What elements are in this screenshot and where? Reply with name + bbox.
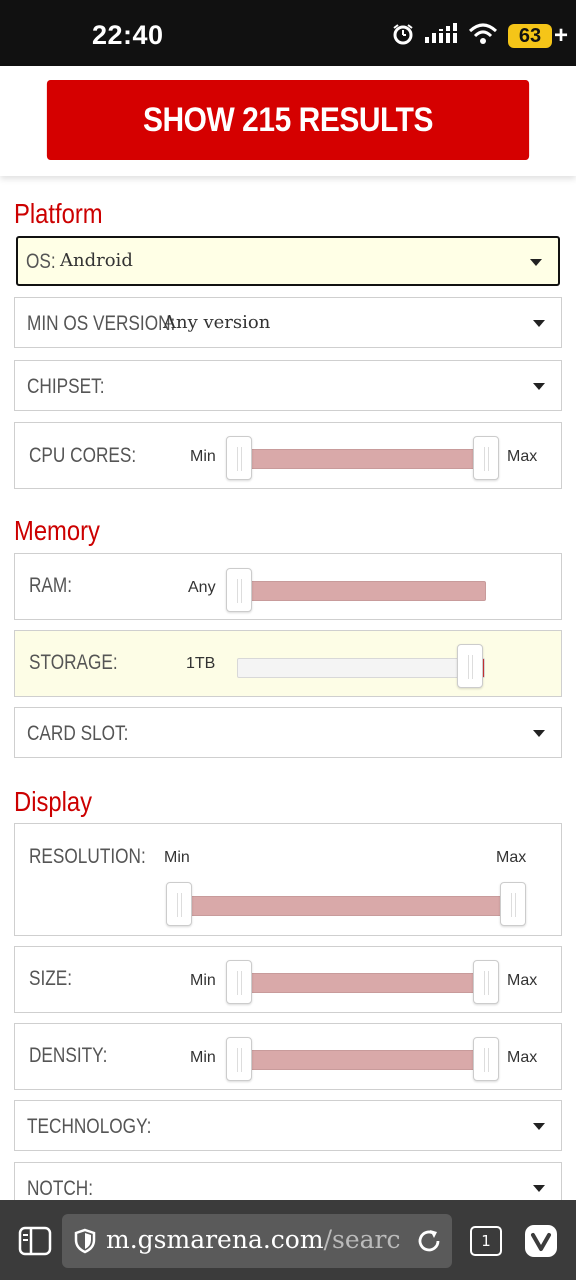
status-icons: 63 +: [392, 22, 568, 50]
storage-handle[interactable]: [457, 644, 483, 688]
chevron-down-icon: [533, 320, 545, 327]
cpu-cores-label: CPU CORES:: [29, 444, 137, 467]
charging-icon: +: [553, 22, 568, 49]
technology-select[interactable]: TECHNOLOGY:: [14, 1100, 562, 1151]
ram-label: RAM:: [29, 574, 73, 597]
url-text: m.gsmarena.com/searc: [106, 1225, 400, 1254]
panels-icon[interactable]: [18, 1226, 52, 1261]
os-label: OS:: [26, 250, 56, 273]
os-select[interactable]: OS: Android: [16, 236, 560, 286]
show-results-button[interactable]: SHOW 215 RESULTS: [46, 80, 530, 160]
size-max-label: Max: [507, 972, 538, 989]
section-title-display: Display: [14, 786, 93, 817]
storage-value: 1TB: [186, 655, 216, 672]
url-domain: m.gsmarena.com: [106, 1225, 324, 1254]
shield-icon[interactable]: [74, 1228, 96, 1259]
wifi-icon: [468, 22, 498, 51]
cpu-cores-max-handle[interactable]: [473, 436, 499, 480]
address-bar[interactable]: m.gsmarena.com/searc: [62, 1214, 452, 1268]
size-max-handle[interactable]: [473, 960, 499, 1004]
min-os-version-select[interactable]: MIN OS VERSION: Any version: [14, 297, 562, 348]
chevron-down-icon: [533, 383, 545, 390]
ram-handle[interactable]: [226, 568, 252, 612]
cpu-cores-track[interactable]: [238, 449, 488, 469]
min-os-version-value: Any version: [163, 312, 271, 333]
storage-label: STORAGE:: [29, 651, 118, 674]
battery-icon: 63: [507, 24, 552, 48]
tabs-icon[interactable]: 1: [470, 1226, 502, 1256]
size-min-handle[interactable]: [226, 960, 252, 1004]
card-slot-label: CARD SLOT:: [27, 722, 129, 745]
ram-slider: RAM: Any: [14, 553, 562, 620]
page: 22:40 63 + SHOW 215 RESULTS Platform OS:…: [0, 0, 576, 1280]
min-os-version-label: MIN OS VERSION:: [27, 312, 176, 335]
technology-label: TECHNOLOGY:: [27, 1115, 152, 1138]
os-value: Android: [60, 250, 133, 271]
cpu-cores-max-label: Max: [507, 448, 538, 465]
card-slot-select[interactable]: CARD SLOT:: [14, 707, 562, 758]
alarm-icon: [392, 23, 414, 50]
cpu-cores-min-handle[interactable]: [226, 436, 252, 480]
battery-level: 63: [518, 25, 542, 47]
density-min-handle[interactable]: [226, 1037, 252, 1081]
browser-bar: m.gsmarena.com/searc 1: [0, 1200, 576, 1280]
ram-value: Any: [188, 579, 216, 596]
resolution-max-label: Max: [496, 849, 527, 866]
notch-label: NOTCH:: [27, 1177, 94, 1200]
resolution-track[interactable]: [178, 896, 514, 916]
size-track[interactable]: [238, 973, 488, 993]
storage-slider: STORAGE: 1TB: [14, 630, 562, 697]
chevron-down-icon: [530, 259, 542, 266]
size-label: SIZE:: [29, 967, 73, 990]
density-label: DENSITY:: [29, 1044, 108, 1067]
density-max-handle[interactable]: [473, 1037, 499, 1081]
section-title-memory: Memory: [14, 515, 100, 546]
chipset-select[interactable]: CHIPSET:: [14, 360, 562, 411]
resolution-max-handle[interactable]: [500, 882, 526, 926]
chevron-down-icon: [533, 730, 545, 737]
chipset-label: CHIPSET:: [27, 375, 105, 398]
density-min-label: Min: [190, 1049, 216, 1066]
vivaldi-icon[interactable]: [524, 1224, 558, 1263]
resolution-min-label: Min: [164, 849, 190, 866]
url-path: /searc: [323, 1225, 401, 1254]
reload-icon[interactable]: [414, 1226, 444, 1261]
chevron-down-icon: [533, 1185, 545, 1192]
density-max-label: Max: [507, 1049, 538, 1066]
section-title-platform: Platform: [14, 198, 103, 229]
resolution-slider: RESOLUTION: Min Max: [14, 823, 562, 936]
cpu-cores-min-label: Min: [190, 448, 216, 465]
density-track[interactable]: [238, 1050, 488, 1070]
status-time: 22:40: [92, 20, 164, 50]
resolution-min-handle[interactable]: [166, 882, 192, 926]
cpu-cores-slider: CPU CORES: Min Max: [14, 422, 562, 489]
signal-icon: [423, 22, 458, 50]
density-slider: DENSITY: Min Max: [14, 1023, 562, 1090]
status-bar: 22:40 63 +: [0, 0, 576, 66]
storage-track[interactable]: [237, 658, 485, 678]
chevron-down-icon: [533, 1123, 545, 1130]
size-slider: SIZE: Min Max: [14, 946, 562, 1013]
size-min-label: Min: [190, 972, 216, 989]
ram-track[interactable]: [238, 581, 486, 601]
resolution-label: RESOLUTION:: [29, 845, 146, 868]
results-header: SHOW 215 RESULTS: [0, 66, 576, 176]
